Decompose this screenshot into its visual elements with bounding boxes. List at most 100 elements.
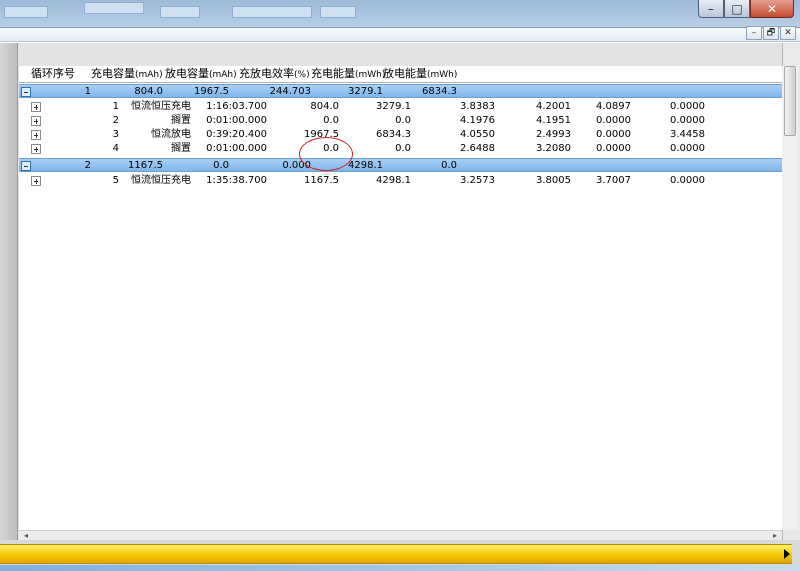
step-value: 4.1976 — [460, 115, 495, 126]
step-value: 3.2573 — [460, 175, 495, 186]
step-value: 0.0000 — [670, 115, 705, 126]
cycle-row[interactable]: 2 1167.5 0.0 0.000 4298.1 0.0 — [19, 158, 782, 172]
taskbar-strip — [0, 565, 800, 571]
background-window-ghost — [4, 6, 48, 18]
collapse-icon[interactable] — [21, 87, 31, 97]
header-efficiency[interactable]: 充放电效率(%) — [239, 66, 310, 82]
expand-icon[interactable] — [31, 102, 41, 112]
header-charge-energy[interactable]: 充电能量(mWh) — [311, 66, 385, 82]
step-value: 3.7007 — [596, 175, 631, 186]
mdi-minimize-button[interactable]: – — [746, 26, 762, 40]
step-value: 0.0000 — [670, 101, 705, 112]
close-icon: ✕ — [784, 28, 792, 38]
header-discharge-energy[interactable]: 放电能量(mWh) — [383, 66, 457, 82]
cycle-number: 1 — [84, 86, 91, 97]
close-button[interactable]: ✕ — [750, 0, 794, 18]
step-energy: 4298.1 — [376, 175, 411, 186]
vertical-scrollbar[interactable] — [782, 66, 798, 530]
header-unit: (mAh) — [209, 70, 237, 80]
step-number: 2 — [112, 115, 119, 126]
step-time: 1:35:38.700 — [206, 175, 267, 186]
step-value: 4.0550 — [460, 129, 495, 140]
cycle-efficiency: 244.703 — [269, 86, 311, 97]
header-unit: (mWh) — [355, 70, 386, 80]
step-value: 0.0000 — [596, 143, 631, 154]
mdi-close-button[interactable]: ✕ — [780, 26, 796, 40]
step-capacity: 804.0 — [310, 101, 339, 112]
step-row[interactable]: 5 恒流恒压充电 1:35:38.700 1167.5 4298.1 3.257… — [19, 174, 782, 188]
minimize-icon: – — [751, 28, 757, 38]
cycle-data-grid: 循环序号 充电容量(mAh) 放电容量(mAh) 充放电效率(%) 充电能量(m… — [19, 66, 782, 530]
window-caption-buttons: – □ ✕ — [698, 0, 794, 18]
header-label: 充放电效率 — [239, 67, 294, 80]
step-time: 1:16:03.700 — [206, 101, 267, 112]
mdi-restore-button[interactable]: 🗗 — [763, 26, 779, 40]
maximize-icon: □ — [731, 1, 743, 16]
cycle-number: 2 — [84, 160, 91, 171]
restore-icon: 🗗 — [766, 28, 776, 38]
cycle-discharge-energy: 6834.3 — [422, 86, 457, 97]
cycle-discharge-capacity: 0.0 — [213, 160, 229, 171]
step-time: 0:01:00.000 — [206, 143, 267, 154]
expand-icon[interactable] — [31, 130, 41, 140]
header-unit: (mAh) — [135, 70, 163, 80]
step-capacity: 1167.5 — [304, 175, 339, 186]
header-label: 放电能量 — [383, 67, 427, 80]
expand-icon[interactable] — [31, 116, 41, 126]
step-value: 4.0897 — [596, 101, 631, 112]
step-value: 0.0000 — [596, 129, 631, 140]
step-capacity: 0.0 — [323, 143, 339, 154]
collapse-icon[interactable] — [21, 161, 31, 171]
step-value: 0.0000 — [670, 175, 705, 186]
vertical-scroll-thumb[interactable] — [784, 66, 796, 136]
step-value: 3.8383 — [460, 101, 495, 112]
grid-header: 循环序号 充电容量(mAh) 放电容量(mAh) 充放电效率(%) 充电能量(m… — [19, 66, 782, 82]
minimize-button[interactable]: – — [698, 0, 724, 18]
step-number: 1 — [112, 101, 119, 112]
cycle-discharge-capacity: 1967.5 — [194, 86, 229, 97]
step-energy: 0.0 — [395, 143, 411, 154]
step-capacity: 1967.5 — [304, 129, 339, 140]
header-label: 充电容量 — [91, 67, 135, 80]
step-name: 恒流恒压充电 — [131, 101, 191, 112]
step-row[interactable]: 3 恒流放电 0:39:20.400 1967.5 6834.3 4.0550 … — [19, 128, 782, 142]
step-value: 4.2001 — [536, 101, 571, 112]
cycle-charge-energy: 4298.1 — [348, 160, 383, 171]
horizontal-scrollbar[interactable]: ◂ ▸ — [19, 530, 782, 540]
step-value: 0.0000 — [596, 115, 631, 126]
background-window-ghost — [320, 6, 356, 18]
step-value: 3.8005 — [536, 175, 571, 186]
minimize-icon: – — [708, 1, 714, 16]
step-value: 2.6488 — [460, 143, 495, 154]
header-label: 充电能量 — [311, 67, 355, 80]
header-label: 循环序号 — [31, 67, 75, 80]
step-number: 5 — [112, 175, 119, 186]
cycle-discharge-energy: 0.0 — [441, 160, 457, 171]
header-cycle-no[interactable]: 循环序号 — [31, 66, 75, 82]
step-name: 搁置 — [171, 143, 191, 154]
step-row[interactable]: 4 搁置 0:01:00.000 0.0 0.0 2.6488 3.2080 0… — [19, 142, 782, 156]
step-energy: 3279.1 — [376, 101, 411, 112]
arrow-right-icon[interactable] — [784, 549, 790, 559]
header-charge-capacity[interactable]: 充电容量(mAh) — [91, 66, 163, 82]
step-row[interactable]: 1 恒流恒压充电 1:16:03.700 804.0 3279.1 3.8383… — [19, 100, 782, 114]
cycle-charge-energy: 3279.1 — [348, 86, 383, 97]
step-time: 0:01:00.000 — [206, 115, 267, 126]
header-discharge-capacity[interactable]: 放电容量(mAh) — [165, 66, 237, 82]
step-row[interactable]: 2 搁置 0:01:00.000 0.0 0.0 4.1976 4.1951 0… — [19, 114, 782, 128]
maximize-button[interactable]: □ — [724, 0, 750, 18]
header-unit: (%) — [294, 70, 310, 80]
step-energy: 0.0 — [395, 115, 411, 126]
step-capacity: 0.0 — [323, 115, 339, 126]
step-name: 搁置 — [171, 115, 191, 126]
cycle-charge-capacity: 804.0 — [134, 86, 163, 97]
step-value: 4.1951 — [536, 115, 571, 126]
header-label: 放电容量 — [165, 67, 209, 80]
title-bar: – □ ✕ — [0, 0, 800, 28]
expand-icon[interactable] — [31, 144, 41, 154]
cycle-row[interactable]: 1 804.0 1967.5 244.703 3279.1 6834.3 — [19, 84, 782, 98]
mdi-child-bar: – 🗗 ✕ — [0, 26, 800, 42]
step-time: 0:39:20.400 — [206, 129, 267, 140]
expand-icon[interactable] — [31, 176, 41, 186]
step-value: 3.4458 — [670, 129, 705, 140]
